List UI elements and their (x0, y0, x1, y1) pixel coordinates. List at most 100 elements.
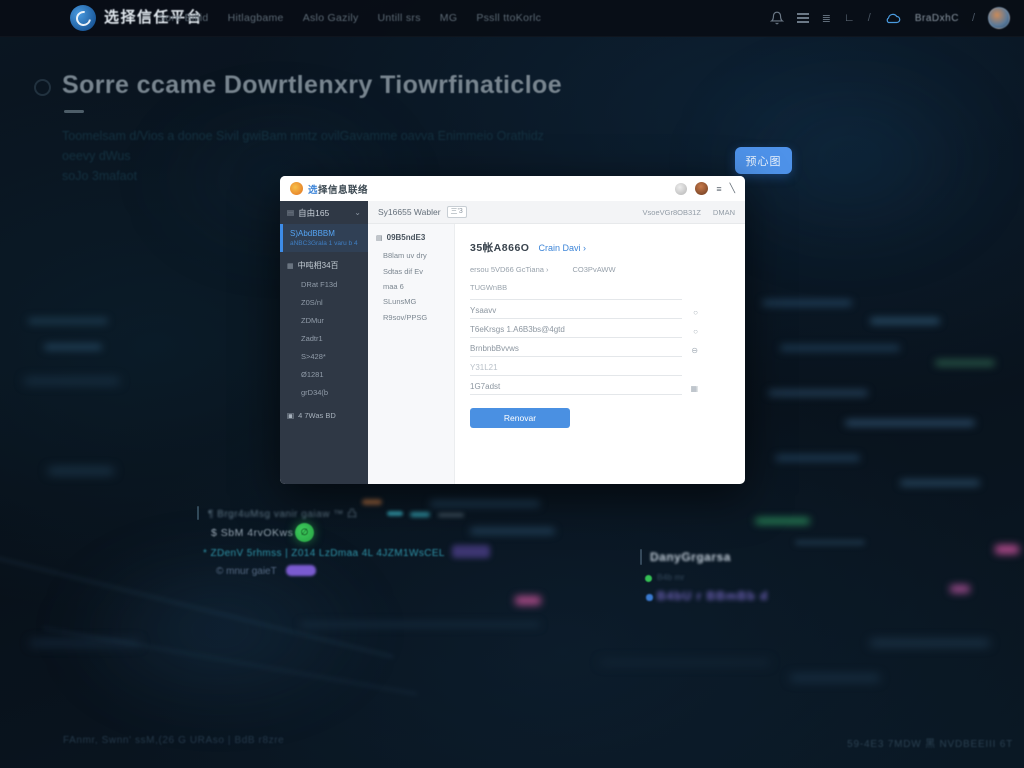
bg-blob (387, 511, 403, 516)
bg-blob (795, 540, 865, 545)
window-body: S)AbdBBBM aNBC3Grala 1 varu b 4 ▦ 中吨相34百… (280, 224, 745, 484)
form-link[interactable]: Crain Davi › (538, 243, 586, 253)
subnav-item-4[interactable]: R9sov/PPSG (368, 310, 454, 325)
breadcrumb[interactable]: Sy16655 Wabler (378, 207, 441, 217)
top-navbar: 选择信任平台 Sore Billid Hitlagbame Aslo Gazil… (0, 0, 1024, 37)
bg-blob (362, 499, 382, 505)
user-avatar[interactable] (988, 7, 1010, 29)
subnav-item-1[interactable]: Sdtas dif Ev (368, 263, 454, 278)
nav-item-1[interactable]: Hitlagbame (228, 12, 284, 24)
sidebar-item-3[interactable]: Zadtr1 (280, 329, 368, 347)
bg-blob (762, 300, 852, 306)
sidebar-item-1[interactable]: Z0S/nl (280, 293, 368, 311)
selected-label: S)AbdBBBM (290, 229, 362, 238)
avatar[interactable] (695, 182, 708, 195)
bg-code-line: $ SbM 4rvOKws (211, 527, 293, 539)
field-calendar-icon[interactable]: ▦ (682, 384, 698, 395)
bg-blob (790, 675, 880, 681)
form-meta-2: CO3PvAWW (573, 265, 616, 274)
bell-icon[interactable] (770, 11, 784, 25)
footer-right-text: 59-4E3 7MDW 黑 NVDBEEIII 6T (847, 735, 1013, 750)
topbar-meta-1: VsoeVGr8OB31Z (643, 208, 701, 217)
bg-blob (755, 518, 810, 524)
hero-cta-button[interactable]: 预心图 (735, 147, 792, 174)
bg-code-line: © mnur gaieT (216, 566, 277, 577)
bg-panel-title: DanyGrgarsa (650, 550, 731, 564)
bg-blob (780, 345, 900, 351)
bg-blob (775, 455, 860, 461)
field-value[interactable]: T6eKrsgs 1.A6B3bs@4gtd (470, 321, 682, 338)
hamburger-icon[interactable] (797, 13, 809, 23)
divider-slash: / (972, 12, 975, 24)
field-value[interactable]: Ysaavv (470, 302, 682, 319)
window-logo-icon (290, 182, 303, 195)
collapse-icon[interactable]: ╲ (730, 183, 735, 194)
bg-blob (410, 512, 430, 517)
field-value[interactable]: Y31L21 (470, 359, 682, 376)
subnav-item-2[interactable]: maa 6 (368, 279, 454, 294)
field-value[interactable]: 1G7adst (470, 378, 682, 395)
form-field-4: 1G7adst ▦ (470, 378, 698, 395)
field-circle-icon[interactable]: ○ (682, 327, 698, 338)
empty-field[interactable] (470, 292, 682, 300)
bg-blob (845, 420, 975, 426)
avatar[interactable] (675, 183, 687, 195)
sidebar-header[interactable]: ▤ 自由165 ⌄ (280, 201, 368, 224)
field-value[interactable]: BrnbnbBvvws (470, 340, 682, 357)
submit-button[interactable]: Renovar (470, 408, 570, 428)
bg-panel-item: B4b mr (657, 572, 684, 582)
bg-dot-green (645, 575, 652, 582)
sidebar-section[interactable]: ▦ 中吨相34百 (280, 252, 368, 275)
status-badge-green: ∅ (295, 523, 314, 542)
page: ¶ Brgr4uMsg vanir gaiaw ™ 凸 $ SbM 4rvOKw… (0, 0, 1024, 768)
bg-blob (300, 622, 540, 627)
cloud-icon[interactable] (884, 11, 902, 25)
window-header: 选择信息联络 ≡ ╲ (280, 176, 745, 201)
nav-item-2[interactable]: Aslo Gazily (303, 12, 359, 24)
grid-icon: ▤ (376, 234, 383, 242)
topbar-meta-2[interactable]: DMAN (713, 208, 735, 217)
nav-item-0[interactable]: Sore Billid (158, 12, 209, 24)
form-meta-1: ersou 5VD66 GcTiana › (470, 265, 549, 274)
grid2-icon: ▦ (287, 262, 294, 270)
bg-blob (44, 344, 102, 350)
account-label[interactable]: BraDxhC (915, 13, 959, 24)
footer-left-text: FAnmr, Swnn' ssM,(26 G URAso | BdB r8zre (63, 735, 284, 746)
hero-bullet-icon (34, 79, 51, 96)
nav-item-4[interactable]: MG (440, 12, 458, 24)
window-brand-rest: 择信息联络 (318, 185, 368, 196)
primary-sidebar: S)AbdBBBM aNBC3Grala 1 varu b 4 ▦ 中吨相34百… (280, 224, 368, 484)
window-brand: 选择信息联络 (308, 182, 368, 196)
bg-blob (24, 378, 120, 384)
corner-icon[interactable]: ∟ (844, 12, 855, 24)
list-icon[interactable]: ≣ (822, 12, 831, 25)
form-field-2: BrnbnbBvvws ⊖ (470, 340, 698, 357)
nav-item-5[interactable]: Pssll ttoKorlc (476, 12, 541, 24)
bg-blob (995, 545, 1019, 554)
form-meta-row: ersou 5VD66 GcTiana › CO3PvAWW (470, 265, 731, 274)
form-field-1: T6eKrsgs 1.A6B3bs@4gtd ○ (470, 321, 698, 338)
nav-item-3[interactable]: Untill srs (378, 12, 421, 24)
field-toggle-icon[interactable]: ⊖ (682, 346, 698, 357)
sidebar-item-6[interactable]: grD34(b (280, 383, 368, 401)
breadcrumb-bar: Sy16655 Wabler 三'3 VsoeVGr8OB31Z DMAN (368, 201, 745, 224)
bg-blob (430, 500, 540, 507)
menu-icon[interactable]: ≡ (716, 184, 721, 194)
sidebar-item-2[interactable]: ZDMur (280, 311, 368, 329)
field-circle-icon[interactable]: ○ (682, 308, 698, 319)
bg-blob (48, 468, 114, 474)
subnav-item-0[interactable]: B8lam uv dry (368, 248, 454, 263)
subnav-item-3[interactable]: SLunsMG (368, 294, 454, 309)
sidebar-item-4[interactable]: S>428* (280, 347, 368, 365)
sidebar-item-5[interactable]: Ø1281 (280, 365, 368, 383)
sidebar-item-0[interactable]: DRat F13d (280, 275, 368, 293)
form-panel: 35帐A866O Crain Davi › ersou 5VD66 GcTian… (455, 224, 745, 484)
sidebar-item-bottom[interactable]: ▣ 4 7Was BD (280, 403, 368, 428)
bg-blob (935, 360, 995, 366)
sidebar-item-selected[interactable]: S)AbdBBBM aNBC3Grala 1 varu b 4 (280, 224, 368, 252)
subnav-header[interactable]: ▤ 09B5ndE3 (368, 224, 454, 248)
sidebar-header-label: 自由165 (298, 207, 329, 219)
chevron-down-icon: ⌄ (354, 208, 361, 217)
brand-logo[interactable] (70, 5, 96, 31)
bg-code-line: * ZDenV 5rhmss | Z014 LzDmaa 4L 4JZM1WsC… (203, 548, 445, 559)
